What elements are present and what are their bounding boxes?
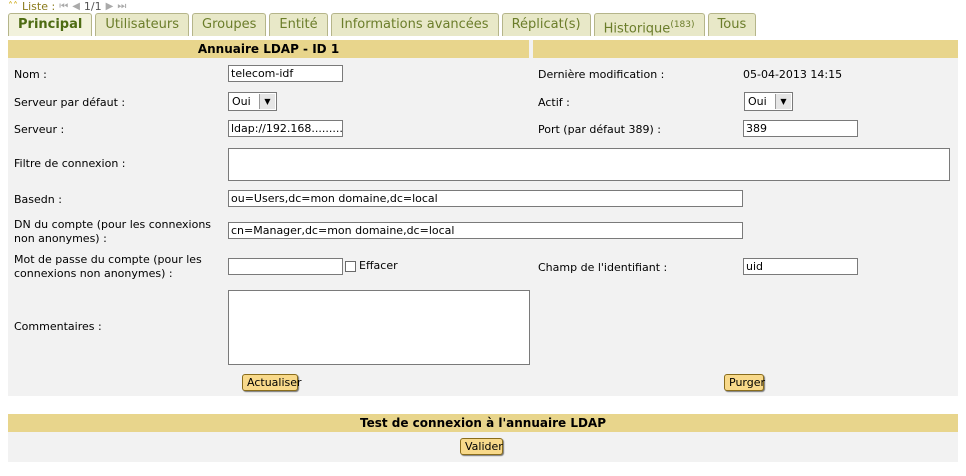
actualiser-button[interactable]: Actualiser (242, 374, 302, 391)
chevron-down-icon: ▼ (259, 94, 275, 109)
actif-value: Oui (748, 95, 767, 108)
tab-informations-avancees[interactable]: Informations avancées (330, 13, 499, 36)
actif-select[interactable]: Oui ▼ (744, 92, 793, 111)
mot-de-passe-input[interactable] (228, 258, 343, 275)
actif-label: Actif : (538, 96, 570, 109)
derniere-modification-value: 05-04-2013 14:15 (743, 68, 843, 81)
champ-identifiant-label: Champ de l'identifiant : (538, 261, 668, 274)
commentaires-label: Commentaires : (14, 320, 102, 333)
valider-button[interactable]: Valider (460, 438, 503, 455)
last-page-icon[interactable]: ⏭ (117, 1, 126, 12)
serveur-defaut-value: Oui (232, 95, 251, 108)
filtre-connexion-input[interactable] (228, 148, 950, 181)
serveur-input[interactable]: ldap://192.168......... (228, 120, 343, 137)
effacer-checkbox[interactable] (345, 261, 356, 272)
tab-historique-count: (183) (670, 20, 695, 30)
tab-entite[interactable]: Entité (269, 13, 328, 36)
purger-button[interactable]: Purger (724, 374, 765, 391)
ldap-test-panel: Test de connexion à l'annuaire LDAP Vali… (8, 414, 958, 462)
derniere-modification-label: Dernière modification : (538, 68, 665, 81)
tab-tous[interactable]: Tous (707, 13, 757, 36)
effacer-label: Effacer (359, 259, 398, 272)
pager-text: 1/1 (83, 0, 102, 13)
tab-principal[interactable]: Principal (8, 13, 93, 36)
basedn-label: Basedn : (14, 193, 62, 206)
port-label: Port (par défaut 389) : (538, 123, 661, 136)
chevron-up-icon[interactable]: ˄˄ (8, 1, 18, 12)
tab-replicats[interactable]: Réplicat(s) (501, 13, 591, 36)
tab-bar: Principal Utilisateurs Groupes Entité In… (8, 13, 757, 37)
previous-page-icon[interactable]: ◀ (72, 1, 80, 12)
test-header-title: Test de connexion à l'annuaire LDAP (8, 414, 958, 432)
form-header-title: Annuaire LDAP - ID 1 (8, 40, 529, 58)
dn-compte-label: DN du compte (pour les connexions non an… (14, 218, 212, 245)
tab-utilisateurs[interactable]: Utilisateurs (95, 13, 189, 36)
serveur-defaut-select[interactable]: Oui ▼ (228, 92, 277, 111)
chevron-down-icon: ▼ (775, 94, 791, 109)
serveur-label: Serveur : (14, 123, 65, 136)
first-page-icon[interactable]: ⏮ (59, 1, 68, 12)
tab-groupes[interactable]: Groupes (192, 13, 267, 36)
serveur-defaut-label: Serveur par défaut : (14, 96, 126, 109)
nom-label: Nom : (14, 68, 47, 81)
filtre-connexion-label: Filtre de connexion : (14, 157, 126, 170)
next-page-icon[interactable]: ▶ (106, 1, 114, 12)
liste-link[interactable]: Liste : (22, 0, 55, 13)
tab-historique[interactable]: Historique(183) (593, 13, 705, 37)
commentaires-textarea[interactable] (228, 290, 530, 365)
form-header-right (533, 40, 958, 58)
nom-input[interactable]: telecom-idf (228, 65, 343, 82)
mot-de-passe-label: Mot de passe du compte (pour les connexi… (14, 253, 202, 280)
top-navigation: ˄˄ Liste : ⏮ ◀ 1/1 ▶ ⏭ (8, 0, 126, 13)
basedn-input[interactable]: ou=Users,dc=mon domaine,dc=local (228, 190, 743, 207)
ldap-form-panel: Annuaire LDAP - ID 1 Nom : telecom-idf D… (8, 40, 958, 396)
champ-identifiant-input[interactable]: uid (743, 258, 858, 275)
port-input[interactable]: 389 (743, 120, 858, 137)
dn-compte-input[interactable]: cn=Manager,dc=mon domaine,dc=local (228, 222, 743, 239)
tab-historique-label: Historique (603, 21, 671, 37)
